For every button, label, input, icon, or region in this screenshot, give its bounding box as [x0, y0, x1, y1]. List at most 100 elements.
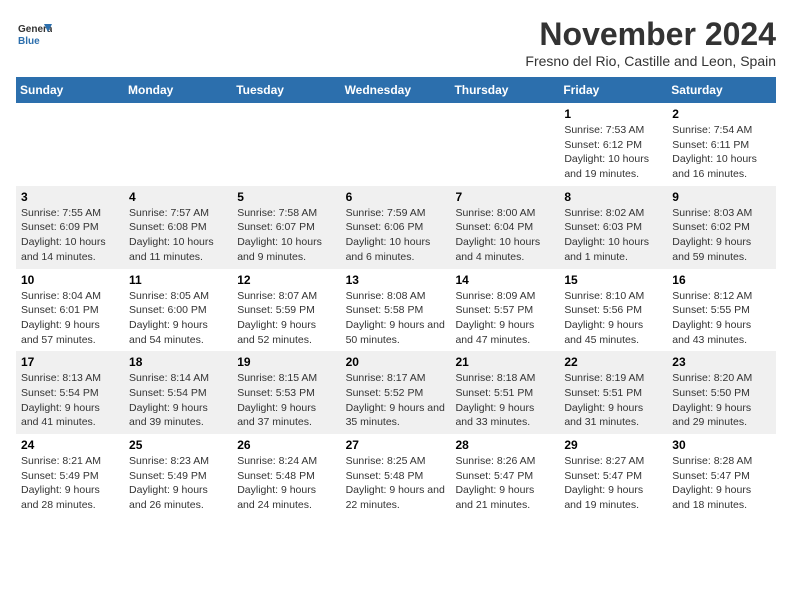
day-info: Sunrise: 8:03 AM Sunset: 6:02 PM Dayligh…: [672, 206, 771, 265]
calendar-table: SundayMondayTuesdayWednesdayThursdayFrid…: [16, 77, 776, 517]
day-number: 6: [346, 190, 446, 204]
month-title: November 2024: [525, 16, 776, 53]
calendar-cell: 14Sunrise: 8:09 AM Sunset: 5:57 PM Dayli…: [450, 269, 559, 352]
calendar-cell: 1 Sunrise: 7:53 AM Sunset: 6:12 PM Daylig…: [559, 103, 667, 186]
calendar-cell: 13Sunrise: 8:08 AM Sunset: 5:58 PM Dayli…: [341, 269, 451, 352]
calendar-cell: 30 Sunrise: 8:28 AM Sunset: 5:47 PM Dayli…: [667, 434, 776, 517]
calendar-cell: 24 Sunrise: 8:21 AM Sunset: 5:49 PM Dayli…: [16, 434, 124, 517]
calendar-cell: 18Sunrise: 8:14 AM Sunset: 5:54 PM Dayli…: [124, 351, 232, 434]
calendar-cell: 6 Sunrise: 7:59 AM Sunset: 6:06 PM Daylig…: [341, 186, 451, 269]
day-info: Sunrise: 8:26 AM Sunset: 5:47 PM Dayligh…: [455, 454, 554, 513]
calendar-cell: 16 Sunrise: 8:12 AM Sunset: 5:55 PM Dayli…: [667, 269, 776, 352]
title-block: November 2024 Fresno del Rio, Castille a…: [525, 16, 776, 69]
day-info: Sunrise: 8:12 AM Sunset: 5:55 PM Dayligh…: [672, 289, 771, 348]
day-info: Sunrise: 8:28 AM Sunset: 5:47 PM Dayligh…: [672, 454, 771, 513]
day-number: 22: [564, 355, 662, 369]
calendar-cell: [341, 103, 451, 186]
day-number: 4: [129, 190, 227, 204]
svg-text:Blue: Blue: [18, 36, 40, 47]
day-info: Sunrise: 8:19 AM Sunset: 5:51 PM Dayligh…: [564, 371, 662, 430]
day-number: 16: [672, 273, 771, 287]
calendar-cell: [232, 103, 340, 186]
calendar-cell: 4 Sunrise: 7:57 AM Sunset: 6:08 PM Daylig…: [124, 186, 232, 269]
day-info: Sunrise: 7:53 AM Sunset: 6:12 PM Dayligh…: [564, 123, 662, 182]
day-info: Sunrise: 8:17 AM Sunset: 5:52 PM Dayligh…: [346, 371, 446, 430]
calendar-cell: 15Sunrise: 8:10 AM Sunset: 5:56 PM Dayli…: [559, 269, 667, 352]
day-number: 25: [129, 438, 227, 452]
calendar-cell: 17 Sunrise: 8:13 AM Sunset: 5:54 PM Dayli…: [16, 351, 124, 434]
day-number: 23: [672, 355, 771, 369]
day-info: Sunrise: 8:20 AM Sunset: 5:50 PM Dayligh…: [672, 371, 771, 430]
calendar-cell: 28 Sunrise: 8:26 AM Sunset: 5:47 PM Dayli…: [450, 434, 559, 517]
logo-icon: General Blue: [16, 16, 52, 52]
day-number: 28: [455, 438, 554, 452]
day-info: Sunrise: 7:55 AM Sunset: 6:09 PM Dayligh…: [21, 206, 119, 265]
day-info: Sunrise: 8:13 AM Sunset: 5:54 PM Dayligh…: [21, 371, 119, 430]
calendar-week-row: 17 Sunrise: 8:13 AM Sunset: 5:54 PM Dayli…: [16, 351, 776, 434]
day-info: Sunrise: 8:05 AM Sunset: 6:00 PM Dayligh…: [129, 289, 227, 348]
calendar-cell: 10Sunrise: 8:04 AM Sunset: 6:01 PM Dayli…: [16, 269, 124, 352]
day-number: 19: [237, 355, 335, 369]
day-info: Sunrise: 7:57 AM Sunset: 6:08 PM Dayligh…: [129, 206, 227, 265]
day-number: 24: [21, 438, 119, 452]
calendar-cell: 11 Sunrise: 8:05 AM Sunset: 6:00 PM Dayli…: [124, 269, 232, 352]
day-number: 1: [564, 107, 662, 121]
day-info: Sunrise: 8:14 AM Sunset: 5:54 PM Dayligh…: [129, 371, 227, 430]
calendar-cell: 9 Sunrise: 8:03 AM Sunset: 6:02 PM Daylig…: [667, 186, 776, 269]
calendar-cell: 19 Sunrise: 8:15 AM Sunset: 5:53 PM Dayli…: [232, 351, 340, 434]
day-number: 3: [21, 190, 119, 204]
day-number: 14: [455, 273, 554, 287]
calendar-cell: 23 Sunrise: 8:20 AM Sunset: 5:50 PM Dayli…: [667, 351, 776, 434]
weekday-header: Monday: [124, 77, 232, 103]
weekday-header: Sunday: [16, 77, 124, 103]
day-number: 17: [21, 355, 119, 369]
day-info: Sunrise: 8:15 AM Sunset: 5:53 PM Dayligh…: [237, 371, 335, 430]
day-number: 9: [672, 190, 771, 204]
weekday-header: Saturday: [667, 77, 776, 103]
day-number: 26: [237, 438, 335, 452]
day-number: 29: [564, 438, 662, 452]
calendar-cell: 20Sunrise: 8:17 AM Sunset: 5:52 PM Dayli…: [341, 351, 451, 434]
day-number: 5: [237, 190, 335, 204]
weekday-header-row: SundayMondayTuesdayWednesdayThursdayFrid…: [16, 77, 776, 103]
day-number: 13: [346, 273, 446, 287]
location: Fresno del Rio, Castille and Leon, Spain: [525, 53, 776, 69]
day-number: 12: [237, 273, 335, 287]
calendar-week-row: 3 Sunrise: 7:55 AM Sunset: 6:09 PM Daylig…: [16, 186, 776, 269]
day-number: 7: [455, 190, 554, 204]
calendar-cell: 26 Sunrise: 8:24 AM Sunset: 5:48 PM Dayli…: [232, 434, 340, 517]
day-info: Sunrise: 7:58 AM Sunset: 6:07 PM Dayligh…: [237, 206, 335, 265]
day-number: 2: [672, 107, 771, 121]
calendar-cell: 22 Sunrise: 8:19 AM Sunset: 5:51 PM Dayli…: [559, 351, 667, 434]
day-info: Sunrise: 8:27 AM Sunset: 5:47 PM Dayligh…: [564, 454, 662, 513]
day-number: 30: [672, 438, 771, 452]
calendar-cell: 29 Sunrise: 8:27 AM Sunset: 5:47 PM Dayli…: [559, 434, 667, 517]
day-number: 27: [346, 438, 446, 452]
day-info: Sunrise: 8:23 AM Sunset: 5:49 PM Dayligh…: [129, 454, 227, 513]
weekday-header: Friday: [559, 77, 667, 103]
day-number: 11: [129, 273, 227, 287]
day-info: Sunrise: 8:21 AM Sunset: 5:49 PM Dayligh…: [21, 454, 119, 513]
calendar-cell: 25 Sunrise: 8:23 AM Sunset: 5:49 PM Dayli…: [124, 434, 232, 517]
day-info: Sunrise: 8:10 AM Sunset: 5:56 PM Dayligh…: [564, 289, 662, 348]
calendar-cell: 7Sunrise: 8:00 AM Sunset: 6:04 PM Daylig…: [450, 186, 559, 269]
weekday-header: Thursday: [450, 77, 559, 103]
page-header: General Blue November 2024 Fresno del Ri…: [16, 16, 776, 69]
day-info: Sunrise: 8:07 AM Sunset: 5:59 PM Dayligh…: [237, 289, 335, 348]
day-number: 21: [455, 355, 554, 369]
calendar-cell: [124, 103, 232, 186]
calendar-cell: 3 Sunrise: 7:55 AM Sunset: 6:09 PM Daylig…: [16, 186, 124, 269]
weekday-header: Tuesday: [232, 77, 340, 103]
day-info: Sunrise: 8:25 AM Sunset: 5:48 PM Dayligh…: [346, 454, 446, 513]
logo: General Blue: [16, 16, 52, 52]
day-number: 10: [21, 273, 119, 287]
calendar-week-row: 10Sunrise: 8:04 AM Sunset: 6:01 PM Dayli…: [16, 269, 776, 352]
day-info: Sunrise: 8:24 AM Sunset: 5:48 PM Dayligh…: [237, 454, 335, 513]
calendar-cell: 12 Sunrise: 8:07 AM Sunset: 5:59 PM Dayli…: [232, 269, 340, 352]
day-info: Sunrise: 8:02 AM Sunset: 6:03 PM Dayligh…: [564, 206, 662, 265]
calendar-cell: 27 Sunrise: 8:25 AM Sunset: 5:48 PM Dayli…: [341, 434, 451, 517]
weekday-header: Wednesday: [341, 77, 451, 103]
day-number: 8: [564, 190, 662, 204]
day-info: Sunrise: 7:59 AM Sunset: 6:06 PM Dayligh…: [346, 206, 446, 265]
calendar-week-row: 24 Sunrise: 8:21 AM Sunset: 5:49 PM Dayli…: [16, 434, 776, 517]
